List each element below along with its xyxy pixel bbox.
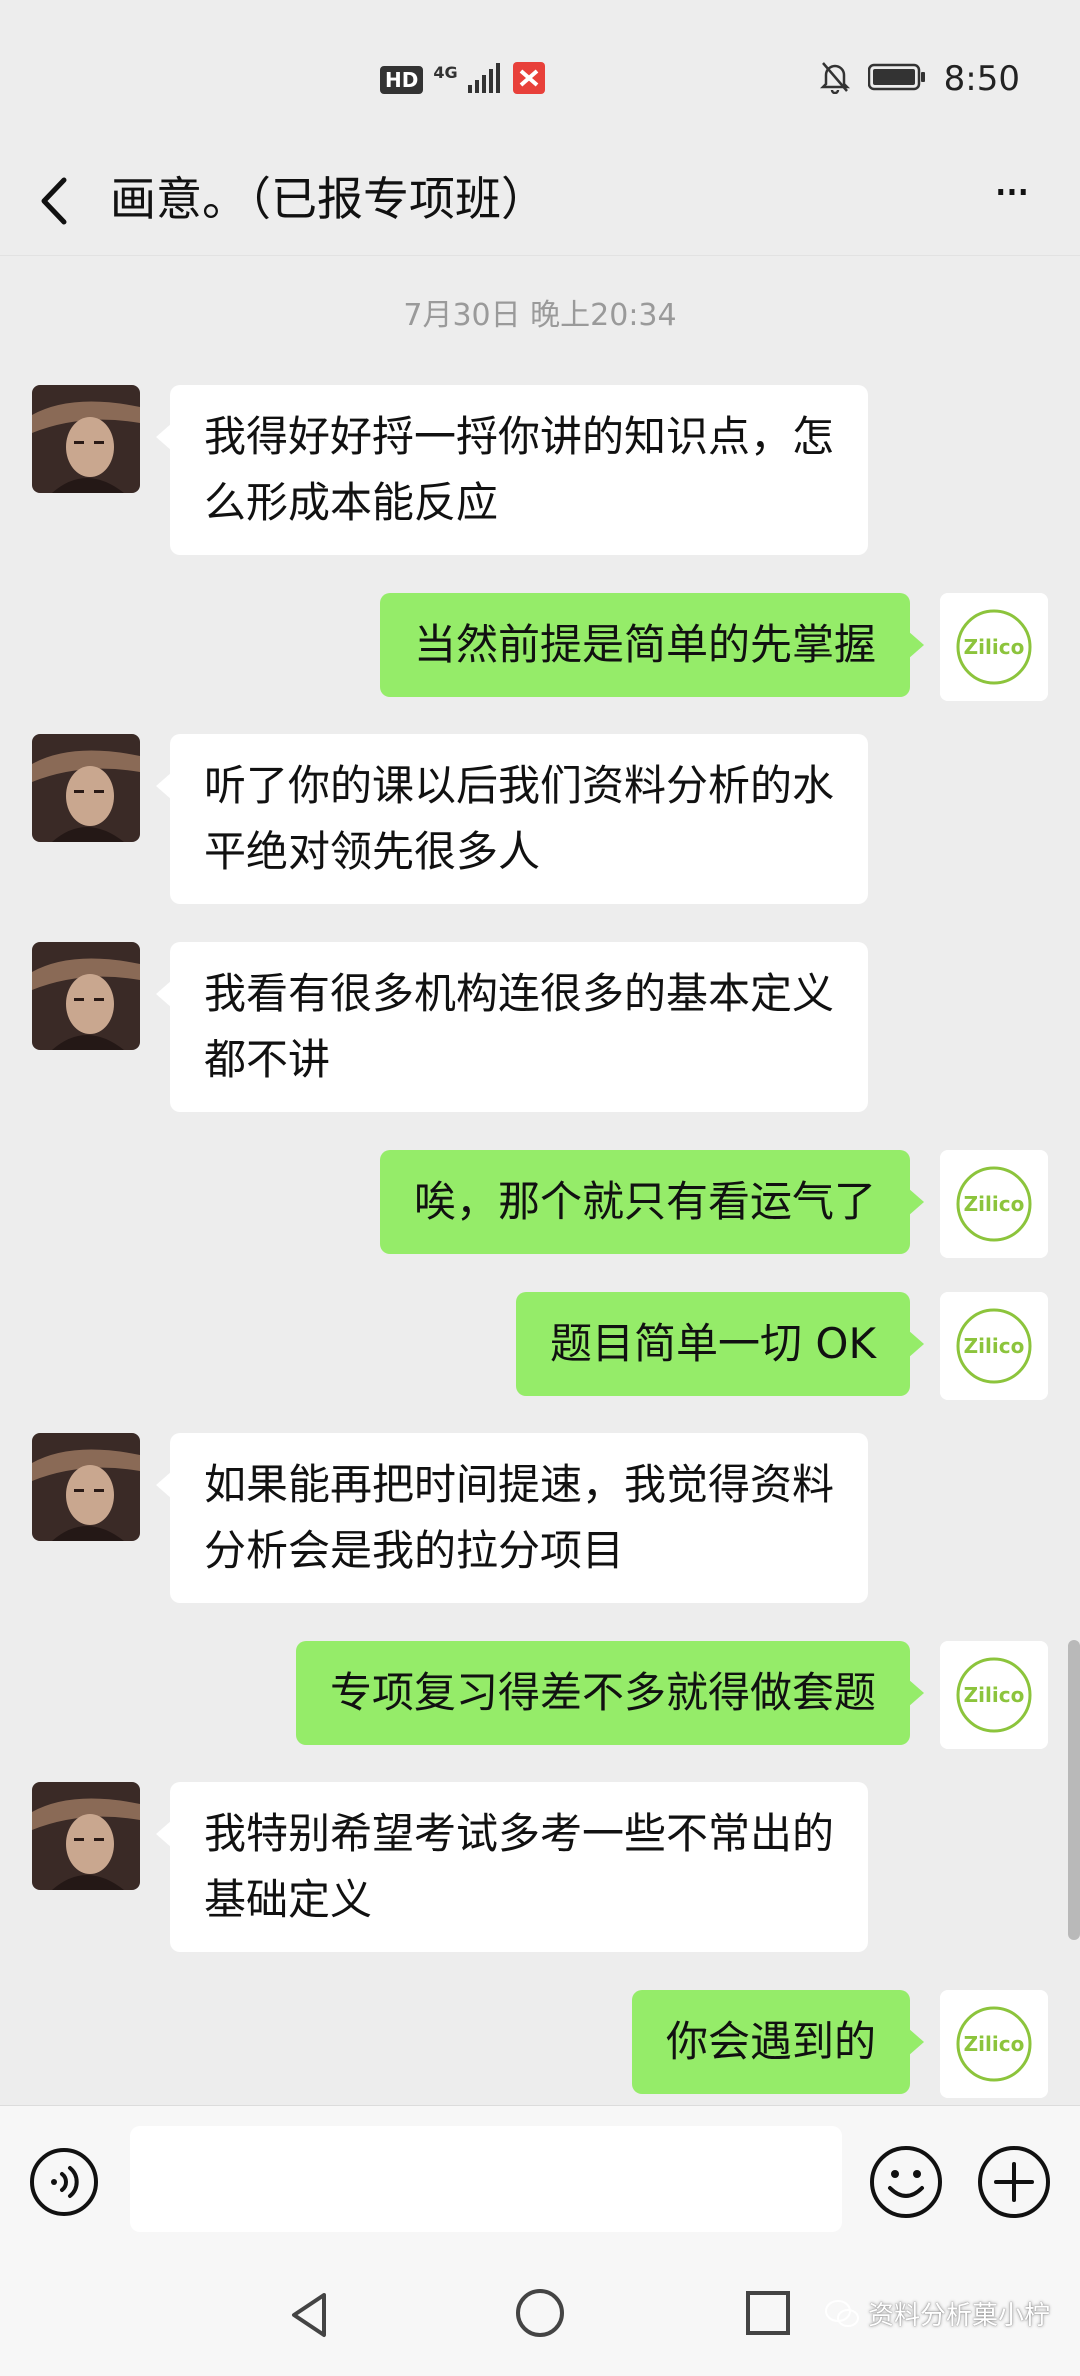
contact-avatar[interactable] — [32, 1782, 140, 1890]
self-avatar-text: Zilico — [964, 1334, 1025, 1358]
contact-avatar[interactable] — [32, 1433, 140, 1541]
message-bubble-incoming[interactable]: 我看有很多机构连很多的基本定义 都不讲 — [155, 942, 869, 1112]
status-time: 8:50 — [943, 59, 1020, 99]
message-line: 当然前提是简单的先掌握 — [413, 620, 876, 669]
emoji-button[interactable] — [868, 2144, 944, 2220]
network-type-label: 4G — [433, 62, 458, 82]
self-avatar[interactable]: Zilico — [940, 1990, 1048, 2098]
hd-badge: HD — [380, 66, 424, 94]
chat-timestamp: 7月30日 晚上20:34 — [403, 298, 677, 333]
battery-icon — [867, 63, 926, 95]
self-avatar-text: Zilico — [964, 2032, 1025, 2056]
message-bubble-outgoing[interactable]: 当然前提是简单的先掌握 — [379, 593, 925, 697]
wechat-icon — [824, 2299, 859, 2327]
bell-off-icon — [819, 60, 850, 98]
message-bubble-incoming[interactable]: 听了你的课以后我们资料分析的水 平绝对领先很多人 — [155, 734, 869, 904]
self-avatar-text: Zilico — [964, 1683, 1025, 1707]
self-avatar[interactable]: Zilico — [940, 1641, 1048, 1749]
message-line: 专项复习得差不多就得做套题 — [329, 1668, 876, 1717]
watermark-text: 资料分析菓小柠 — [867, 2301, 1050, 2331]
self-avatar[interactable]: Zilico — [940, 593, 1048, 701]
more-dots-icon: ··· — [993, 165, 1031, 221]
chat-scrollbar[interactable] — [1068, 1640, 1080, 1940]
more-functions-button[interactable] — [976, 2144, 1052, 2220]
watermark: 资料分析菓小柠 — [824, 2295, 1050, 2332]
message-line: 我特别希望考试多考一些不常出的 — [204, 1809, 835, 1858]
status-right-icons: 8:50 — [819, 54, 1020, 104]
message-bubble-outgoing[interactable]: 唉，那个就只有看运气了 — [379, 1150, 925, 1254]
system-nav-bar: 资料分析菓小柠 — [0, 2245, 1080, 2376]
self-avatar-text: Zilico — [964, 1192, 1025, 1216]
contact-avatar[interactable] — [32, 942, 140, 1050]
status-bar: HD 4G 8:50 — [0, 0, 1080, 150]
nav-home-button[interactable] — [510, 2283, 570, 2343]
message-line: 如果能再把时间提速，我觉得资料 — [204, 1460, 835, 1509]
nav-recent-icon — [746, 2291, 790, 2335]
voice-button[interactable] — [28, 2146, 100, 2218]
contact-avatar[interactable] — [32, 385, 140, 493]
input-bar — [0, 2105, 1080, 2246]
plus-icon — [978, 2146, 1050, 2218]
emoji-icon — [870, 2146, 942, 2218]
nav-home-icon — [516, 2289, 564, 2337]
chat-title: 画意。（已报专项班） — [110, 172, 547, 226]
contact-avatar[interactable] — [32, 734, 140, 842]
shield-app-icon — [512, 61, 546, 99]
message-line: 题目简单一切 OK — [550, 1319, 876, 1368]
message-line: 分析会是我的拉分项目 — [204, 1526, 625, 1575]
nav-back-icon — [292, 2293, 326, 2337]
message-bubble-incoming[interactable]: 我特别希望考试多考一些不常出的 基础定义 — [155, 1782, 869, 1952]
voice-icon — [30, 2148, 98, 2216]
message-bubble-incoming[interactable]: 我得好好捋一捋你讲的知识点，怎 么形成本能反应 — [155, 385, 869, 555]
message-line: 平绝对领先很多人 — [204, 827, 541, 876]
message-line: 么形成本能反应 — [204, 478, 499, 527]
message-line: 你会遇到的 — [665, 2017, 876, 2066]
chevron-left-icon — [41, 177, 67, 225]
message-bubble-outgoing[interactable]: 你会遇到的 — [631, 1990, 925, 2094]
chat-header: 画意。（已报专项班） ··· — [0, 150, 1080, 256]
message-bubble-outgoing[interactable]: 题目简单一切 OK — [516, 1292, 924, 1396]
message-input[interactable] — [130, 2126, 842, 2232]
message-line: 我得好好捋一捋你讲的知识点，怎 — [204, 412, 835, 461]
nav-back-button[interactable] — [280, 2285, 340, 2345]
self-avatar-text: Zilico — [964, 635, 1025, 659]
status-center-icons: HD 4G — [380, 58, 546, 102]
self-avatar[interactable]: Zilico — [940, 1150, 1048, 1258]
message-line: 我看有很多机构连很多的基本定义 — [204, 969, 835, 1018]
back-button[interactable] — [28, 166, 88, 236]
nav-recent-button[interactable] — [740, 2285, 796, 2341]
message-line: 都不讲 — [204, 1035, 331, 1084]
self-avatar[interactable]: Zilico — [940, 1292, 1048, 1400]
message-bubble-incoming[interactable]: 如果能再把时间提速，我觉得资料 分析会是我的拉分项目 — [155, 1433, 869, 1603]
message-line: 听了你的课以后我们资料分析的水 — [204, 761, 835, 810]
message-bubble-outgoing[interactable]: 专项复习得差不多就得做套题 — [295, 1641, 925, 1745]
message-line: 基础定义 — [204, 1875, 373, 1924]
message-line: 唉，那个就只有看运气了 — [413, 1177, 876, 1226]
more-button[interactable]: ··· — [980, 169, 1040, 226]
signal-icon — [467, 63, 502, 97]
